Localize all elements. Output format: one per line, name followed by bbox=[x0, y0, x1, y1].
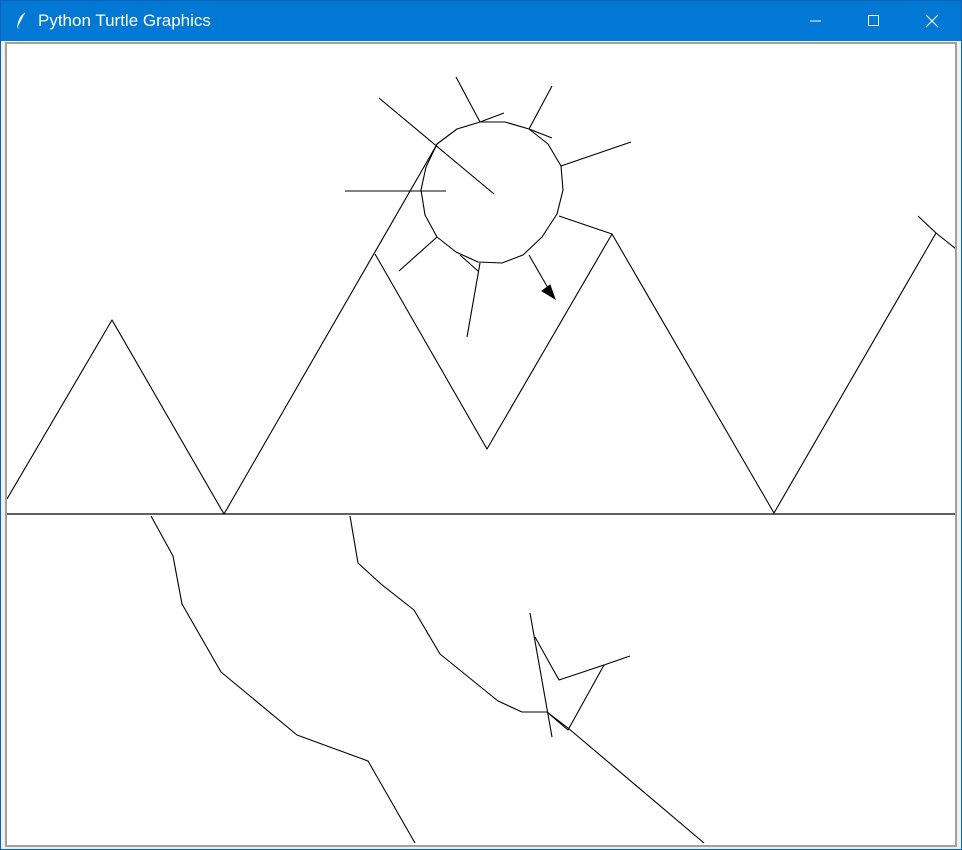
close-icon bbox=[925, 14, 939, 28]
minimize-button[interactable] bbox=[787, 1, 845, 41]
sun-ray bbox=[528, 254, 549, 289]
bird bbox=[529, 612, 553, 738]
bird-wing-2 bbox=[522, 664, 605, 731]
turtle-canvas[interactable] bbox=[5, 42, 957, 847]
maximize-button[interactable] bbox=[845, 1, 903, 41]
river-left-bank bbox=[150, 515, 416, 844]
bird-wing bbox=[534, 636, 631, 681]
window-title: Python Turtle Graphics bbox=[38, 11, 211, 30]
sun-ray bbox=[528, 85, 553, 130]
turtle-window: Python Turtle Graphics bbox=[0, 0, 962, 850]
sun-ray bbox=[398, 236, 438, 272]
turtle-cursor bbox=[541, 284, 556, 301]
close-button[interactable] bbox=[903, 1, 961, 41]
sun-ray bbox=[528, 128, 553, 139]
sun-ray bbox=[455, 76, 481, 123]
sun-ray bbox=[479, 112, 505, 123]
sun-ray bbox=[560, 141, 632, 167]
mountain-peak-stub bbox=[917, 215, 937, 234]
mountain-range bbox=[7, 145, 437, 515]
title-bar[interactable]: Python Turtle Graphics bbox=[1, 1, 961, 41]
sun-ray bbox=[378, 97, 495, 195]
river-right-bank bbox=[349, 515, 705, 844]
maximize-icon bbox=[868, 15, 879, 26]
minimize-icon bbox=[810, 20, 821, 22]
turtle-drawing bbox=[7, 76, 955, 844]
mountain-range-2 bbox=[374, 232, 955, 514]
sun-ray bbox=[466, 262, 481, 338]
feather-icon bbox=[16, 11, 27, 30]
mountain-edge bbox=[558, 215, 613, 235]
